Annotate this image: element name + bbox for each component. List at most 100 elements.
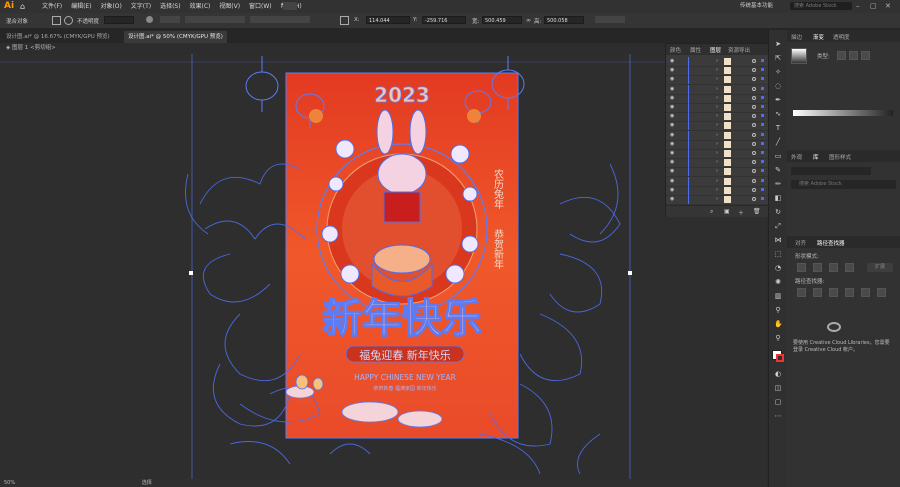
expand-arrow-icon[interactable]: › bbox=[716, 141, 718, 147]
menu-object[interactable]: 对象(O) bbox=[100, 0, 121, 13]
type-tool-icon[interactable]: T bbox=[774, 124, 782, 132]
target-icon[interactable] bbox=[64, 16, 73, 25]
target-circle-icon[interactable] bbox=[752, 77, 756, 82]
target-circle-icon[interactable] bbox=[752, 123, 756, 128]
width-field[interactable]: 500.459 bbox=[482, 16, 522, 24]
color-mode-icon[interactable]: ◐ bbox=[774, 370, 782, 378]
target-circle-icon[interactable] bbox=[752, 114, 756, 119]
x-field[interactable]: 114.044 bbox=[366, 16, 410, 24]
expand-arrow-icon[interactable]: › bbox=[716, 122, 718, 128]
align-options[interactable] bbox=[185, 16, 245, 23]
tab-properties[interactable]: 属性 bbox=[690, 46, 701, 54]
tab-document-1[interactable]: 设计图.ai* @ 16.67% (CMYK/GPU 预览) bbox=[2, 31, 114, 43]
workspace-switcher[interactable]: 传统基本功能 bbox=[740, 0, 773, 13]
exclude-button[interactable] bbox=[845, 263, 854, 272]
expand-arrow-icon[interactable]: › bbox=[716, 95, 718, 101]
curvature-tool-icon[interactable]: ∿ bbox=[774, 110, 782, 118]
visibility-eye-icon[interactable]: ◉ bbox=[670, 150, 674, 156]
expand-arrow-icon[interactable]: › bbox=[716, 132, 718, 138]
pen-tool-icon[interactable]: ✒ bbox=[774, 96, 782, 104]
stock-search-input[interactable]: 搜索 Adobe Stock bbox=[790, 2, 852, 10]
radial-gradient-button[interactable] bbox=[849, 51, 858, 60]
close-icon[interactable]: ✕ bbox=[885, 0, 891, 13]
artboard-canvas[interactable]: 2023 农历兔年 恭贺新年 新年快乐 福兔迎春 新年快乐 HAPPY CHIN… bbox=[0, 54, 767, 479]
target-circle-icon[interactable] bbox=[752, 95, 756, 100]
target-circle-icon[interactable] bbox=[752, 59, 756, 63]
target-circle-icon[interactable] bbox=[752, 197, 756, 201]
selection-indicator[interactable] bbox=[761, 86, 764, 90]
tab-pathfinder[interactable]: 路径查找器 bbox=[817, 239, 845, 247]
target-circle-icon[interactable] bbox=[752, 169, 756, 174]
magic-wand-tool-icon[interactable]: ✧ bbox=[774, 68, 782, 76]
direct-selection-tool-icon[interactable]: ⇱ bbox=[774, 54, 782, 62]
selection-indicator[interactable] bbox=[761, 95, 764, 99]
maximize-icon[interactable]: ▢ bbox=[870, 0, 877, 13]
expand-arrow-icon[interactable]: › bbox=[716, 196, 718, 202]
target-circle-icon[interactable] bbox=[752, 178, 756, 183]
selection-indicator[interactable] bbox=[761, 178, 764, 182]
new-layer-icon[interactable]: ＋ bbox=[738, 208, 744, 217]
gradient-slider[interactable] bbox=[793, 110, 893, 116]
expand-arrow-icon[interactable]: › bbox=[716, 67, 718, 73]
breadcrumb-layer[interactable]: 图层 1 bbox=[12, 45, 28, 51]
menu-type[interactable]: 文字(T) bbox=[131, 0, 151, 13]
expand-arrow-icon[interactable]: › bbox=[716, 58, 718, 64]
selection-indicator[interactable] bbox=[761, 151, 764, 154]
shape-builder-tool-icon[interactable]: ◔ bbox=[774, 264, 782, 272]
freeform-gradient-button[interactable] bbox=[861, 51, 870, 60]
visibility-eye-icon[interactable]: ◉ bbox=[670, 58, 674, 64]
delete-layer-icon[interactable]: 🗑 bbox=[753, 208, 761, 215]
visibility-eye-icon[interactable]: ◉ bbox=[670, 196, 674, 202]
link-proportions-icon[interactable]: ∞ bbox=[526, 17, 531, 24]
zoom-level[interactable]: 50% bbox=[4, 480, 15, 486]
tab-stroke[interactable]: 描边 bbox=[791, 33, 802, 41]
selection-indicator[interactable] bbox=[761, 77, 764, 81]
selection-indicator[interactable] bbox=[761, 160, 764, 164]
selection-indicator[interactable] bbox=[761, 59, 764, 62]
tab-color[interactable]: 颜色 bbox=[670, 46, 681, 54]
tab-layers[interactable]: 图层 bbox=[710, 46, 721, 54]
target-circle-icon[interactable] bbox=[752, 132, 756, 137]
library-search-input[interactable]: 搜索 Adobe Stock bbox=[791, 180, 896, 189]
crop-button[interactable] bbox=[845, 288, 854, 297]
target-circle-icon[interactable] bbox=[752, 187, 756, 192]
expand-arrow-icon[interactable]: › bbox=[716, 86, 718, 92]
selection-indicator[interactable] bbox=[761, 187, 764, 191]
visibility-eye-icon[interactable]: ◉ bbox=[670, 132, 674, 138]
tab-transparency[interactable]: 透明度 bbox=[833, 33, 850, 41]
hand-tool-icon[interactable]: ✋ bbox=[774, 320, 783, 328]
selection-indicator[interactable] bbox=[761, 197, 764, 200]
search-icon[interactable]: ⌕ bbox=[710, 208, 713, 216]
new-sublayer-icon[interactable]: ▣ bbox=[724, 208, 730, 215]
stroke-swatch-icon[interactable] bbox=[52, 16, 61, 25]
eyedropper-tool-icon[interactable]: ⚲ bbox=[774, 306, 782, 314]
unite-button[interactable] bbox=[797, 263, 806, 272]
visibility-eye-icon[interactable]: ◉ bbox=[670, 187, 674, 193]
menu-window[interactable]: 窗口(W) bbox=[249, 0, 272, 13]
expand-arrow-icon[interactable]: › bbox=[716, 113, 718, 119]
intersect-button[interactable] bbox=[829, 263, 838, 272]
tab-graphic-styles[interactable]: 图形样式 bbox=[829, 153, 851, 161]
target-circle-icon[interactable] bbox=[752, 68, 756, 73]
screen-mode-icon[interactable]: ▢ bbox=[774, 398, 782, 406]
selection-indicator[interactable] bbox=[761, 132, 764, 136]
layer-row[interactable]: ◉ › bbox=[666, 195, 769, 205]
selection-indicator[interactable] bbox=[761, 141, 764, 145]
visibility-eye-icon[interactable]: ◉ bbox=[670, 141, 674, 147]
visibility-eye-icon[interactable]: ◉ bbox=[670, 76, 674, 82]
outline-button[interactable] bbox=[861, 288, 870, 297]
expand-arrow-icon[interactable]: › bbox=[716, 168, 718, 174]
selection-indicator[interactable] bbox=[761, 123, 764, 127]
tab-document-2[interactable]: 设计图.ai* @ 50% (CMYK/GPU 预览) bbox=[124, 31, 227, 43]
selection-indicator[interactable] bbox=[761, 68, 764, 72]
opacity-field[interactable] bbox=[104, 16, 134, 24]
tab-appearance[interactable]: 外观 bbox=[791, 153, 802, 161]
visibility-eye-icon[interactable]: ◉ bbox=[670, 113, 674, 119]
minus-front-button[interactable] bbox=[813, 263, 822, 272]
visibility-eye-icon[interactable]: ◉ bbox=[670, 159, 674, 165]
free-transform-tool-icon[interactable]: ⬚ bbox=[774, 250, 782, 258]
symbol-sprayer-tool-icon[interactable]: ✺ bbox=[774, 278, 782, 286]
menu-select[interactable]: 选择(S) bbox=[160, 0, 181, 13]
tab-asset-export[interactable]: 资源导出 bbox=[728, 46, 750, 54]
tab-align[interactable]: 对齐 bbox=[795, 239, 806, 247]
